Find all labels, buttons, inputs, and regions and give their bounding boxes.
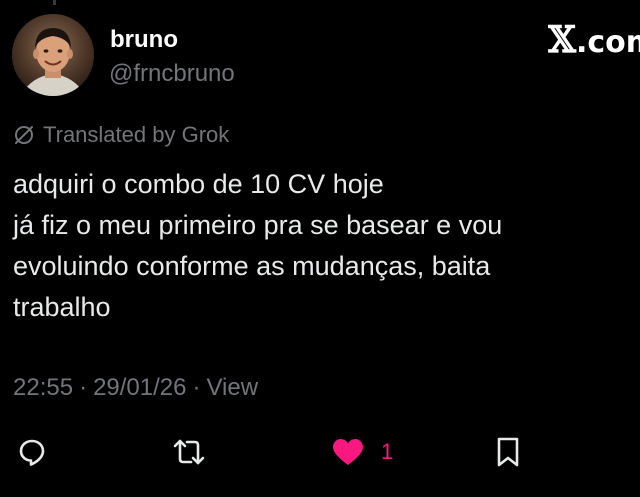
bookmark-icon: [497, 437, 519, 467]
brand-domain-text: .com: [575, 25, 640, 58]
author-handle[interactable]: @frncbruno: [109, 60, 235, 88]
retweet-button[interactable]: [171, 430, 207, 474]
tweet-time[interactable]: 22:55: [13, 374, 73, 401]
meta-separator: ·: [79, 374, 88, 401]
retweet-icon: [173, 439, 205, 465]
tweet-date[interactable]: 29/01/26: [93, 374, 186, 401]
tweet-card: bruno @frncbruno 𝕏.com Translated by Gro…: [0, 0, 640, 497]
avatar[interactable]: [12, 14, 94, 96]
tweet-text-line: já fiz o meu primeiro pra se basear e vo…: [13, 210, 503, 240]
tweet-text-line: adquiri o combo de 10 CV hoje: [13, 169, 384, 199]
like-count: 1: [381, 439, 394, 464]
bookmark-button[interactable]: [495, 430, 521, 474]
brand-logo: 𝕏.com: [548, 22, 640, 58]
translate-slash-icon: [15, 126, 33, 144]
author-display-name[interactable]: bruno: [110, 26, 178, 54]
avatar-photo: [12, 14, 94, 96]
tweet-meta: 22:55 · 29/01/26 · View: [13, 373, 258, 403]
view-link[interactable]: View: [206, 374, 258, 401]
x-logo-icon: 𝕏: [548, 22, 576, 58]
meta-separator: ·: [192, 374, 201, 401]
action-bar: 1: [0, 430, 640, 474]
top-divider-mark: [53, 0, 56, 5]
reply-button[interactable]: [17, 430, 47, 474]
translation-notice[interactable]: Translated by Grok: [13, 121, 229, 149]
like-button[interactable]: 1: [331, 430, 393, 474]
reply-icon: [19, 439, 45, 466]
translation-label: Translated by Grok: [43, 122, 230, 147]
tweet-text: adquiri o combo de 10 CV hoje já fiz o m…: [13, 164, 623, 328]
tweet-text-line: evoluindo conforme as mudanças, baita: [13, 251, 491, 281]
tweet-text-line: trabalho: [13, 292, 111, 322]
heart-icon: [333, 439, 363, 465]
